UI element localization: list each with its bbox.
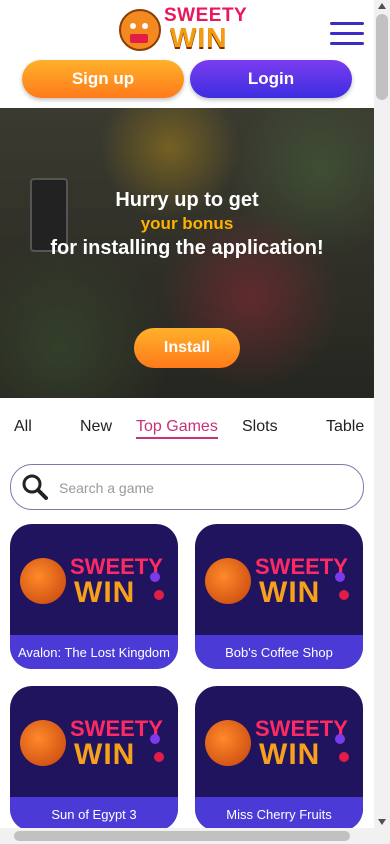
cherry-icon bbox=[339, 590, 349, 600]
vertical-scrollbar[interactable] bbox=[374, 0, 390, 844]
brand-logo[interactable]: SWEETY WIN bbox=[118, 4, 268, 54]
tab-all[interactable]: All bbox=[14, 418, 32, 436]
search-icon[interactable] bbox=[21, 473, 49, 501]
banner-line-2: your bonus bbox=[140, 214, 234, 233]
grape-icon bbox=[150, 734, 160, 744]
signup-button[interactable]: Sign up bbox=[22, 60, 184, 98]
game-card[interactable]: SWEETY WIN Sun of Egypt 3 bbox=[10, 686, 178, 831]
tab-slots[interactable]: Slots bbox=[242, 418, 278, 436]
mascot-icon bbox=[205, 558, 251, 604]
install-button[interactable]: Install bbox=[134, 328, 240, 368]
banner-line-1: Hurry up to get bbox=[115, 189, 259, 211]
grape-icon bbox=[150, 572, 160, 582]
card-logo-bottom: WIN bbox=[259, 576, 321, 609]
tab-top-games[interactable]: Top Games bbox=[136, 418, 218, 439]
logo-text-bottom: WIN bbox=[170, 22, 228, 53]
game-title: Bob's Coffee Shop bbox=[195, 635, 363, 669]
tab-table[interactable]: Table bbox=[326, 418, 364, 436]
game-card[interactable]: SWEETY WIN Avalon: The Lost Kingdom bbox=[10, 524, 178, 669]
mascot-icon bbox=[20, 720, 66, 766]
scroll-up-arrow-icon[interactable] bbox=[378, 3, 386, 9]
promo-banner: Hurry up to get your bonus for installin… bbox=[0, 108, 374, 398]
game-title: Avalon: The Lost Kingdom bbox=[10, 635, 178, 669]
cherry-icon bbox=[154, 752, 164, 762]
mascot-icon bbox=[119, 9, 161, 51]
category-tabs: All New Top Games Slots Table bbox=[0, 414, 374, 444]
game-title: Miss Cherry Fruits bbox=[195, 797, 363, 831]
grape-icon bbox=[335, 572, 345, 582]
card-logo-bottom: WIN bbox=[74, 576, 136, 609]
card-logo-bottom: WIN bbox=[74, 738, 136, 771]
cherry-icon bbox=[154, 590, 164, 600]
login-button[interactable]: Login bbox=[190, 60, 352, 98]
mascot-icon bbox=[20, 558, 66, 604]
banner-line-3: for installing the application! bbox=[50, 237, 324, 259]
tab-new[interactable]: New bbox=[80, 418, 112, 436]
game-card[interactable]: SWEETY WIN Miss Cherry Fruits bbox=[195, 686, 363, 831]
game-card[interactable]: SWEETY WIN Bob's Coffee Shop bbox=[195, 524, 363, 669]
scrollbar-thumb[interactable] bbox=[376, 14, 388, 100]
horizontal-scrollbar-thumb[interactable] bbox=[14, 831, 350, 841]
grape-icon bbox=[335, 734, 345, 744]
banner-text: Hurry up to get your bonus for installin… bbox=[0, 188, 374, 260]
game-title: Sun of Egypt 3 bbox=[10, 797, 178, 831]
card-logo-bottom: WIN bbox=[259, 738, 321, 771]
scroll-down-arrow-icon[interactable] bbox=[378, 819, 386, 825]
horizontal-scrollbar[interactable] bbox=[0, 828, 374, 844]
search-bar bbox=[10, 464, 364, 510]
mascot-icon bbox=[205, 720, 251, 766]
hamburger-menu-icon[interactable] bbox=[330, 22, 364, 48]
header: SWEETY WIN Sign up Login bbox=[0, 0, 374, 108]
search-input[interactable] bbox=[57, 475, 351, 501]
cherry-icon bbox=[339, 752, 349, 762]
